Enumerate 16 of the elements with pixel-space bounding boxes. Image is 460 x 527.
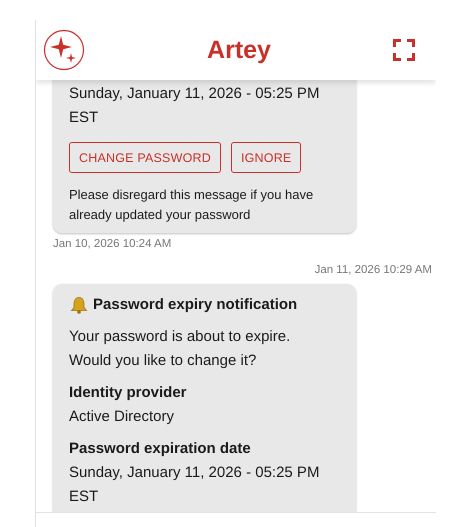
ignore-button[interactable]: IGNORE	[230, 142, 302, 173]
note-text: Please disregard this message if you have already updated your password	[69, 186, 314, 224]
message-text: Your password is about to expire. Would you like to change it?	[69, 327, 292, 371]
app-title: Artey	[207, 36, 271, 64]
sparkle-logo-icon	[43, 29, 85, 71]
timestamp: Jan 11, 2026 10:29 AM	[314, 264, 433, 276]
change-password-button[interactable]: CHANGE PASSWORD	[69, 142, 221, 173]
field-value: Active Directory	[69, 407, 176, 427]
field-value: Sunday, January 11, 2026 - 05:25 PM EST	[69, 463, 320, 507]
timestamp: Jan 10, 2026 10:24 AM	[53, 238, 172, 250]
expiration-date-text: Sunday, January 11, 2026 - 05:25 PM EST	[69, 84, 320, 128]
bell-icon	[69, 296, 89, 314]
field-label: Password expiration date	[69, 439, 252, 459]
fullscreen-icon[interactable]	[392, 39, 415, 61]
field-label: Identity provider	[69, 383, 188, 403]
notification-title: Password expiry notification	[93, 295, 298, 315]
